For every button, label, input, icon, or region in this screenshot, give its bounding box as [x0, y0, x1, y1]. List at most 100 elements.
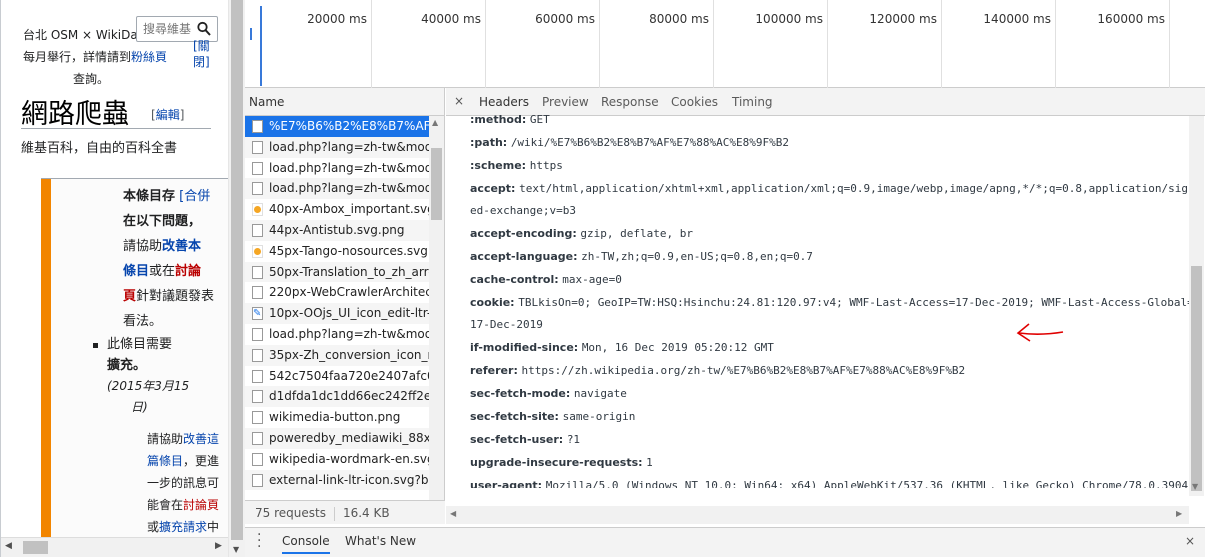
search-icon[interactable]	[197, 21, 211, 37]
request-row[interactable]: 50px-Translation_to_zh_arrow.	[245, 261, 429, 283]
header-value: TBLkisOn=0; GeoIP=TW:HSQ:Hsinchu:24.81:1…	[518, 296, 1189, 309]
request-name: 40px-Ambox_important.svg.pn	[269, 202, 429, 217]
request-row[interactable]: 35px-Zh_conversion_icon_m.sv	[245, 344, 429, 366]
request-row[interactable]: poweredby_mediawiki_88x31.	[245, 427, 429, 449]
scroll-down-icon[interactable]: ▼	[233, 545, 239, 554]
talk-page-link[interactable]: 討論頁	[183, 498, 219, 512]
request-row[interactable]: 220px-WebCrawlerArchitectur	[245, 282, 429, 303]
timeline-tick-label: 80000 ms	[649, 12, 709, 26]
improve-link[interactable]: 改善本	[162, 239, 201, 254]
request-row[interactable]: 542c7504faa720e2407afc0ec6	[245, 366, 429, 387]
drawer-menu-icon[interactable]: · · ·	[257, 528, 261, 554]
tab-response[interactable]: Response	[601, 95, 659, 109]
header-row: accept: text/html,application/xhtml+xml,…	[470, 177, 1189, 200]
name-column-header[interactable]: Name	[245, 88, 444, 116]
tab-cookies[interactable]: Cookies	[671, 95, 718, 109]
request-row[interactable]: wikipedia-wordmark-en.svg	[245, 449, 429, 470]
page-vertical-scrollbar[interactable]: ▼	[228, 0, 245, 557]
close-drawer-icon[interactable]: ×	[1185, 534, 1195, 548]
page-title: 網路爬蟲	[21, 99, 129, 130]
header-key: if-modified-since:	[470, 341, 579, 354]
header-value: 1	[646, 456, 653, 469]
improve-article-link[interactable]: 改善這	[183, 432, 219, 446]
sub-line2: ，更進	[183, 454, 220, 468]
header-value-continued: ed-exchange;v=b3	[470, 204, 576, 217]
scroll-down-icon[interactable]: ▼	[1192, 482, 1198, 491]
header-key: cache-control:	[470, 273, 559, 286]
request-row[interactable]: 45px-Tango-nosources.svg.png	[245, 241, 429, 262]
vertical-scroll-thumb[interactable]	[231, 0, 243, 540]
page-horizontal-scrollbar[interactable]: ◀ ▶	[1, 537, 228, 557]
request-row[interactable]: 10px-OOjs_UI_icon_edit-ltr-pr.	[245, 303, 429, 324]
header-key: sec-fetch-mode:	[470, 387, 571, 400]
request-name: 45px-Tango-nosources.svg.png	[269, 243, 429, 258]
notice-fanpage-link[interactable]: 粉絲頁	[131, 50, 167, 64]
request-row[interactable]: load.php?lang=zh-tw&module	[245, 158, 429, 179]
request-row[interactable]: %E7%B6%B2%E8%B7%AF%E7	[245, 116, 429, 137]
header-value: https	[529, 159, 563, 172]
close-notice-link[interactable]: [關閉]	[193, 38, 213, 70]
header-value-continued: 17-Dec-2019	[470, 318, 543, 331]
scroll-up-icon[interactable]: ▲	[432, 118, 438, 127]
devtools-panel: 20000 ms 40000 ms 60000 ms 80000 ms 100000 m…	[245, 0, 1205, 557]
sub-line4: 能會在	[147, 498, 184, 512]
close-detail-icon[interactable]: ×	[454, 94, 464, 108]
tab-headers[interactable]: Headers	[479, 95, 529, 109]
request-name: load.php?lang=zh-tw&module	[269, 139, 429, 154]
tab-timing[interactable]: Timing	[732, 95, 773, 109]
header-row: :method: GET	[470, 108, 1189, 131]
header-value: Mozilla/5.0 (Windows NT 10.0; Win64; x64…	[545, 479, 1189, 488]
request-row[interactable]: 44px-Antistub.svg.png	[245, 219, 429, 241]
request-name: 50px-Translation_to_zh_arrow.	[269, 264, 429, 279]
timeline-tick-label: 120000 ms	[869, 12, 937, 26]
request-list: Name %E7%B6%B2%E8%B7%AF%E7 load.php?lang=…	[245, 88, 445, 523]
request-row[interactable]: external-link-ltr-icon.svg?b4b8	[245, 469, 429, 491]
doc-icon	[252, 327, 263, 341]
talk-link[interactable]: 討論	[175, 264, 201, 279]
request-row[interactable]: load.php?lang=zh-tw&module	[245, 178, 429, 200]
request-list-scrollbar[interactable]: ▲ ▼	[429, 116, 444, 523]
ambox-line3: 請協助	[123, 239, 163, 254]
request-row[interactable]: d1dfda1dc1dd66ec242ff2e4a5	[245, 386, 429, 408]
title-divider	[21, 128, 211, 129]
request-row[interactable]: load.php?lang=zh-tw&module	[245, 136, 429, 158]
request-name: 542c7504faa720e2407afc0ec6	[269, 368, 429, 383]
merge-link[interactable]: [合併	[179, 189, 210, 204]
scroll-right-icon[interactable]: ▶	[1176, 509, 1182, 518]
network-overview-timeline[interactable]: 20000 ms 40000 ms 60000 ms 80000 ms 100000 m…	[245, 0, 1205, 88]
doc-icon	[252, 140, 263, 154]
header-row: sec-fetch-user: ?1	[470, 428, 1189, 451]
request-row[interactable]: load.php?lang=zh-tw&module	[245, 324, 429, 345]
scroll-left-icon[interactable]: ◀	[5, 541, 12, 551]
header-value: ?1	[566, 433, 581, 446]
tab-console[interactable]: Console	[282, 534, 330, 554]
header-row: upgrade-insecure-requests: 1	[470, 451, 1189, 474]
header-row: sec-fetch-mode: navigate	[470, 382, 1189, 405]
detail-scroll-thumb[interactable]	[1191, 266, 1202, 491]
improve-article-link-2[interactable]: 篇條目	[147, 454, 183, 468]
timeline-gridline	[941, 0, 942, 88]
request-row[interactable]: wikimedia-button.png	[245, 407, 429, 428]
horizontal-scroll-thumb[interactable]	[23, 541, 48, 554]
site-tagline: 維基百科，自由的百科全書	[21, 141, 178, 156]
detail-horizontal-scrollbar[interactable]: ◀ ▶	[446, 506, 1189, 524]
request-list-scroll-thumb[interactable]	[431, 148, 442, 220]
request-rows: %E7%B6%B2%E8%B7%AF%E7 load.php?lang=zh-tw…	[245, 116, 444, 491]
tab-preview[interactable]: Preview	[542, 95, 589, 109]
search-input[interactable]	[143, 18, 199, 40]
detail-vertical-scrollbar[interactable]: ▼	[1189, 116, 1204, 496]
talk-link-2[interactable]: 頁	[123, 289, 136, 304]
expand-request-link[interactable]: 擴充請求	[159, 520, 207, 534]
improve-link-2[interactable]: 條目	[123, 264, 149, 279]
timeline-tick-label: 20000 ms	[307, 12, 367, 26]
request-count: 75 requests	[255, 506, 326, 520]
tab-whats-new[interactable]: What's New	[345, 534, 416, 548]
header-key: accept-encoding:	[470, 227, 577, 240]
doc-icon	[252, 286, 263, 300]
scroll-left-icon[interactable]: ◀	[450, 509, 456, 518]
scroll-right-icon[interactable]: ▶	[215, 541, 222, 551]
edit-link[interactable]: 編輯	[156, 108, 180, 122]
header-row: cookie: TBLkisOn=0; GeoIP=TW:HSQ:Hsinchu…	[470, 291, 1189, 314]
notice-line3: 查詢。	[73, 72, 110, 86]
request-row[interactable]: 40px-Ambox_important.svg.pn	[245, 199, 429, 220]
